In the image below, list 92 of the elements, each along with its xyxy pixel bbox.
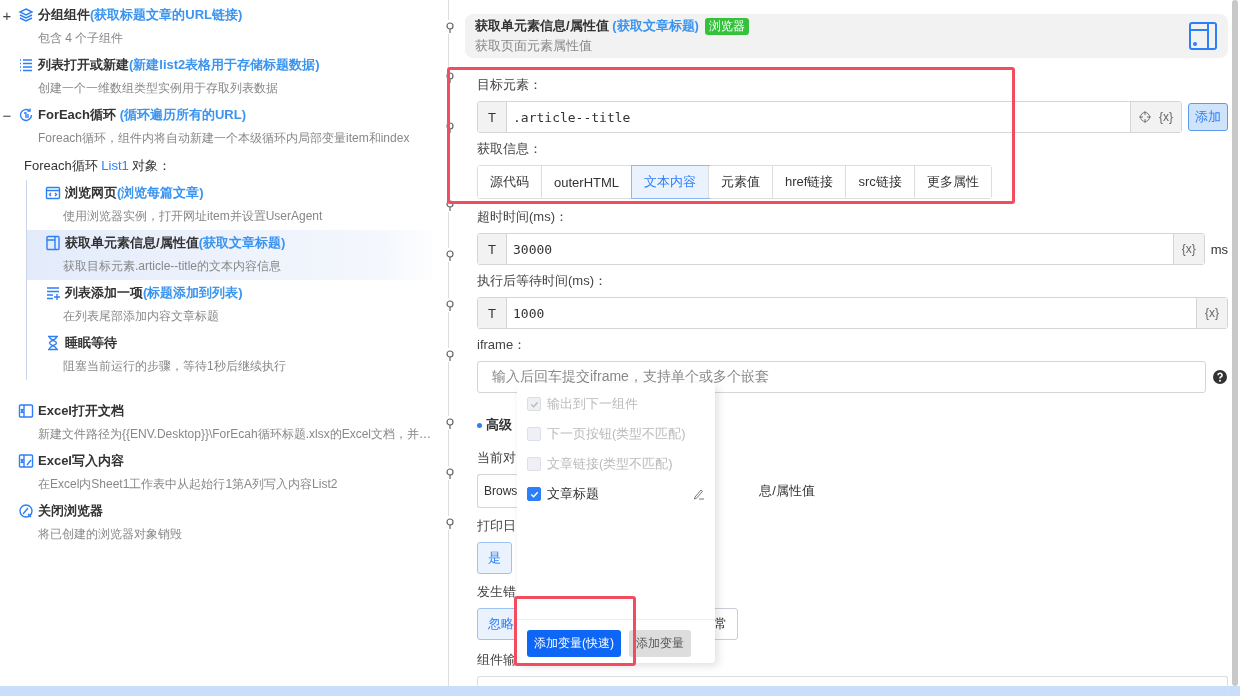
text-type-label: T [478,234,507,264]
text-type-label: T [478,102,507,132]
step-title: 睡眠等待 [65,334,117,352]
step-title: 获取单元素信息/属性值(获取文章标题) [65,234,286,252]
option-label: 文章标题 [547,485,600,503]
field-label: 获取信息： [477,141,542,157]
node-icon [445,298,455,312]
tree-item[interactable]: 列表添加一项(标题添加到列表) 在列表尾部添加内容文章标题 [27,280,440,330]
option-label: 文章链接(类型不匹配) [547,455,674,473]
hourglass-icon [45,335,61,351]
step-description: 阻塞当前运行的步骤，等待1秒后继续执行 [62,358,286,375]
check-icon [529,489,539,499]
field-label: 发生错 [477,584,516,600]
step-description: 使用浏览器实例，打开网址item并设置UserAgent [62,208,323,225]
pencil-icon[interactable] [693,488,705,500]
step-title: 分组组件(获取标题文章的URL链接) [38,6,243,24]
step-description: 创建一个一维数组类型实例用于存取列表数据 [37,80,278,97]
crosshair-icon[interactable] [1139,111,1151,123]
field-label: 目标元素： [477,77,542,93]
info-option[interactable]: 源代码 [478,166,542,198]
component-description: 获取页面元素属性值 [475,37,593,55]
scrollbar[interactable] [1232,0,1238,686]
bullet-icon [477,422,482,428]
layers-icon [18,7,34,23]
object-field-text: 息/属性值 [759,482,815,500]
browser-window-icon [45,185,61,201]
step-title: 列表添加一项(标题添加到列表) [65,284,243,302]
add-variable-button[interactable]: 添加变量(快速) [527,630,621,657]
info-option[interactable]: 文本内容 [632,166,710,198]
step-title: Excel写入内容 [38,452,124,470]
step-description: 新建文件路径为{{ENV.Desktop}}\ForEcah循环标题.xlsx的Excel文档，并… [37,426,431,443]
tree-item[interactable]: 睡眠等待 阻塞当前运行的步骤，等待1秒后继续执行 [27,330,440,380]
tree-item[interactable]: Excel打开文档 新建文件路径为{{ENV.Desktop}}\ForEcah循环标题.xlsx的Excel文档，并… [0,398,440,448]
spreadsheet-pen-icon [18,453,34,469]
tree-item[interactable]: Excel写入内容 在Excel内Sheet1工作表中从起始行1第A列写入内容List2 [0,448,440,498]
variable-button[interactable]: {x} [1159,110,1173,124]
step-title: 列表打开或新建(新建list2表格用于存储标题数据) [38,56,320,74]
expand-toggle[interactable]: + [0,6,14,24]
step-description: 在Excel内Sheet1工作表中从起始行1第A列写入内容List2 [37,476,338,493]
help-icon[interactable] [1212,369,1228,385]
step-title: 关闭浏览器 [38,502,103,520]
text-type-label: T [478,298,507,328]
component-title: 获取单元素信息/属性值 (获取文章标题) [475,17,699,35]
panel-icon [1188,21,1218,51]
field-value: 1000 [512,304,546,323]
wait-field[interactable]: T 1000 {x} [477,297,1228,329]
loop-icon [18,107,34,123]
node-icon [445,466,455,480]
field-label: 执行后等待时间(ms)： [477,273,607,289]
tree-item[interactable]: − ForEach循环 (循环遍历所有的URL) Foreach循环，组件内将自动新建一个本级循环内局部变量item和index [0,102,440,152]
step-title: ForEach循环 (循环遍历所有的URL) [38,106,246,124]
node-icon [445,516,455,530]
expand-toggle[interactable]: − [0,106,14,124]
node-icon [445,416,455,430]
list-icon [18,57,34,73]
category-tag: 浏览器 [704,17,749,35]
circle-cross-icon [18,503,34,519]
loop-label-suffix: 对象： [132,158,172,173]
checkbox[interactable] [527,487,541,501]
step-description: 获取目标元素.article--title的文本内容信息 [62,258,281,275]
field-label: iframe： [477,337,527,353]
step-description: 包含 4 个子组件 [37,30,124,47]
spreadsheet-icon [18,403,34,419]
step-description: 将已创建的浏览器对象销毁 [37,526,182,543]
step-description: 在列表尾部添加内容文章标题 [62,308,219,325]
node-icon [445,70,455,84]
step-title: 浏览网页(浏览每篇文章) [65,184,204,202]
node-icon [445,20,455,34]
field-label: 打印日 [477,518,516,534]
timeout-field[interactable]: T 30000 {x} [477,233,1205,265]
step-description: Foreach循环，组件内将自动新建一个本级循环内局部变量item和index [37,130,410,147]
selector-field[interactable]: T .article--title {x} [477,101,1182,133]
field-value: .article--title [512,108,632,127]
tree-item[interactable]: 关闭浏览器 将已创建的浏览器对象销毁 [0,498,440,548]
step-title: Excel打开文档 [38,402,124,420]
unit-label: ms [1210,241,1228,257]
list-add-icon [45,285,61,301]
add-variable-button[interactable]: 添加变量 [629,630,691,657]
field-label: 当前对 [477,450,516,466]
tree-item[interactable]: + 分组组件(获取标题文章的URL链接) 包含 4 个子组件 [0,2,440,52]
check-icon [529,399,539,409]
field-value: 30000 [512,240,554,259]
loop-variable[interactable]: List1 [101,158,129,173]
node-icon [445,348,455,362]
tree-item[interactable]: 浏览网页(浏览每篇文章) 使用浏览器实例，打开网址item并设置UserAgent [27,180,440,230]
section-title: 高级 [486,416,512,434]
field-label: 超时时间(ms)： [477,209,568,225]
tree-item[interactable]: 列表打开或新建(新建list2表格用于存储标题数据) 创建一个一维数组类型实例用于存取列表数据 [0,52,440,102]
loop-label: Foreach循环 [24,158,98,173]
node-icon [445,248,455,262]
panel-icon [45,235,61,251]
log-option[interactable]: 是 [477,542,512,574]
